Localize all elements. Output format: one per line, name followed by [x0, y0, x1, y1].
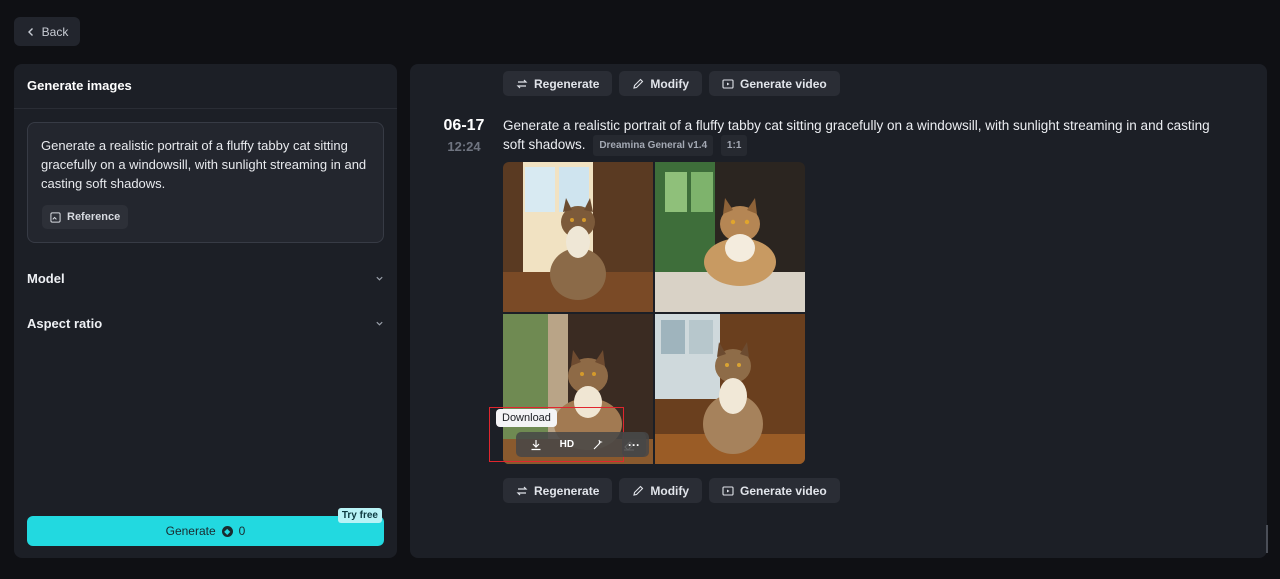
- back-button[interactable]: Back: [14, 17, 80, 46]
- chevron-left-icon: [27, 27, 33, 36]
- scrollbar[interactable]: [1266, 525, 1268, 553]
- panel-title: Generate images: [14, 64, 397, 109]
- magic-wand-icon: [593, 439, 603, 449]
- try-free-badge: Try free: [337, 508, 382, 523]
- model-tag: Dreamina General v1.4: [593, 135, 714, 156]
- regenerate-button[interactable]: Regenerate: [503, 478, 613, 503]
- hd-button[interactable]: HD: [556, 435, 578, 455]
- video-icon: [722, 485, 734, 496]
- modify-button[interactable]: Modify: [619, 478, 703, 503]
- modify-button[interactable]: Modify: [619, 71, 703, 96]
- more-button[interactable]: ···: [622, 432, 646, 457]
- generate-video-button[interactable]: Generate video: [709, 478, 840, 503]
- pencil-icon: [633, 485, 644, 496]
- prompt-text: Generate a realistic portrait of a fluff…: [41, 138, 367, 191]
- result-date: 06-17: [443, 117, 485, 134]
- prompt-input[interactable]: Generate a realistic portrait of a fluff…: [27, 122, 384, 243]
- regenerate-button[interactable]: Regenerate: [503, 71, 613, 96]
- modify-label: Modify: [650, 483, 690, 498]
- generate-video-label: Generate video: [740, 76, 827, 91]
- generate-video-label: Generate video: [740, 483, 827, 498]
- refresh-icon: [516, 486, 528, 495]
- credit-icon: ◆: [221, 525, 233, 537]
- generated-image-4[interactable]: [655, 314, 805, 464]
- magic-edit-button[interactable]: [587, 435, 609, 455]
- results-panel: Regenerate Modify Generate video 06-17 1…: [410, 64, 1267, 558]
- regenerate-label: Regenerate: [534, 483, 600, 498]
- generate-panel: Generate images Generate a realistic por…: [14, 64, 397, 558]
- reference-button[interactable]: Reference: [42, 205, 129, 229]
- result-time: 12:24: [447, 139, 481, 154]
- download-tooltip: Download: [496, 409, 557, 427]
- model-section[interactable]: Model: [27, 271, 384, 286]
- image-upload-icon: [50, 211, 61, 223]
- chevron-down-icon: [376, 276, 383, 281]
- cat-image-4: [655, 314, 805, 464]
- download-icon: [531, 439, 541, 450]
- generated-image-1[interactable]: [503, 162, 653, 312]
- refresh-icon: [516, 79, 528, 88]
- cat-image-1: [503, 162, 653, 312]
- reference-label: Reference: [67, 211, 121, 223]
- modify-label: Modify: [650, 76, 690, 91]
- cat-image-2: [655, 162, 805, 312]
- video-icon: [722, 78, 734, 89]
- model-label: Model: [27, 271, 65, 286]
- back-label: Back: [41, 24, 69, 39]
- download-button[interactable]: [525, 435, 547, 455]
- generate-label: Generate: [165, 524, 216, 538]
- generate-button[interactable]: Generate ◆ 0 Try free: [27, 508, 384, 546]
- top-action-row: Regenerate Modify Generate video: [503, 71, 840, 96]
- aspect-ratio-section[interactable]: Aspect ratio: [27, 316, 384, 331]
- bottom-action-row: Regenerate Modify Generate video: [503, 478, 840, 503]
- regenerate-label: Regenerate: [534, 76, 600, 91]
- generate-video-button[interactable]: Generate video: [709, 71, 840, 96]
- aspect-ratio-label: Aspect ratio: [27, 316, 103, 331]
- ratio-tag: 1:1: [720, 135, 748, 156]
- generated-image-2[interactable]: [655, 162, 805, 312]
- generate-cost: 0: [238, 524, 246, 538]
- chevron-down-icon: [376, 321, 383, 326]
- pencil-icon: [633, 78, 644, 89]
- result-prompt: Generate a realistic portrait of a fluff…: [503, 116, 1233, 156]
